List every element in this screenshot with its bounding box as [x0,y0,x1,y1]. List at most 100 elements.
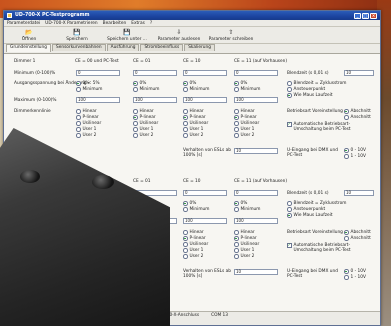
curve-radio-4-3[interactable]: Usilinear [234,121,259,126]
minimum-input-1[interactable]: 0 [76,70,120,76]
curve-radio-4b-4[interactable]: User 1 [234,248,254,253]
curve-radio-3b-5[interactable]: User 2 [183,254,203,259]
open-button[interactable]: 📂 Öffnen [8,29,50,42]
ausgang-0-radio-2[interactable]: 0% [133,81,146,86]
maximum-input-4b[interactable]: 100 [234,218,278,224]
menu-help[interactable]: ? [150,21,152,26]
maximize-button[interactable]: □ [362,12,369,19]
curve-radio-2-3[interactable]: Usilinear [133,121,158,126]
eingang-1-10-radio-b[interactable]: 1 - 10V [344,275,366,280]
curve-radio-3-2[interactable]: P-linear [183,115,206,120]
maximum-input-4[interactable]: 100 [234,97,278,103]
curve-radio-4-2[interactable]: P-linear [234,115,257,120]
verhalten-input[interactable]: 10 [234,148,278,154]
maximum-input-3[interactable]: 100 [183,97,227,103]
curve-radio-3-4[interactable]: User 1 [183,127,203,132]
curve-radio-1-2[interactable]: P-linear [76,115,99,120]
save-button[interactable]: 💾 Speichern [56,29,98,42]
blend-option-2-radio[interactable]: Ansteuerpunkt [287,87,325,92]
curve-radio-3b-2[interactable]: P-linear [183,236,206,241]
auto-switch-checkbox-b[interactable]: ✓ Automatische Betriebsart-Umschaltung be… [287,243,367,253]
maximum-input-2[interactable]: 100 [133,97,177,103]
curve-radio-3b-4[interactable]: User 1 [183,248,203,253]
minimum-input-3[interactable]: 0 [183,70,227,76]
ausgang-min-radio-2[interactable]: Minimum [133,87,159,92]
curve-radio-1-4[interactable]: User 1 [76,127,96,132]
ausgang-0-radio-1[interactable]: 0% [76,81,89,86]
maximum-input-3b[interactable]: 100 [183,218,227,224]
curve-radio-2-4[interactable]: User 1 [133,127,153,132]
curve-radio-2-1[interactable]: Hinear [133,109,154,114]
curve-radio-2-2[interactable]: P-linear [133,115,156,120]
blend-option-3-radio[interactable]: Wie Maus Laufzeit [287,93,333,98]
tab-sensorkurven[interactable]: Sensorkurvenbahnen [51,44,106,51]
close-button[interactable]: × [370,12,377,19]
title-bar[interactable]: UD-700-X PC-Testprogramm _ □ × [4,11,380,20]
curve-radio-4b-5[interactable]: User 2 [234,254,254,259]
blend-option-1-radio-b[interactable]: Blendzeit = Zyklusstrom [287,201,346,206]
app-icon [7,13,12,18]
ausgang-0-radio-4[interactable]: 0% [234,81,247,86]
minimize-button[interactable]: _ [354,12,361,19]
ausgang-0-radio-3[interactable]: 0% [183,81,196,86]
curve-radio-4-5[interactable]: User 2 [234,133,254,138]
minimum-input-3b[interactable]: 0 [183,190,227,196]
anschnitt-radio-b[interactable]: Anschnitt [344,236,371,241]
abschnitt-radio-b[interactable]: Abschnitt [344,230,371,235]
device-foot [92,175,114,189]
eingang-0-10-radio[interactable]: 0 - 10V [344,148,366,153]
save-as-icon: 💾 [123,29,131,36]
com-port-status: COM 13 [211,313,229,318]
ausgang-min-radio-3b[interactable]: Minimum [183,207,209,212]
curve-radio-1-1[interactable]: Hinear [76,109,97,114]
blendzeit-input-b[interactable]: 10 [344,190,374,196]
abschnitt-radio[interactable]: Abschnitt [344,109,371,114]
write-parameters-button[interactable]: ⇧ Parameter schreiben [208,29,254,42]
ausgang-min-radio-4b[interactable]: Minimum [234,207,260,212]
curve-radio-4b-2[interactable]: P-linear [234,236,257,241]
curve-radio-4-1[interactable]: Hinear [234,109,255,114]
ausgang-0-radio-4b[interactable]: 0% [234,201,247,206]
tab-grundeinstellung[interactable]: Grundeinstellung [6,44,51,52]
blendzeit-input[interactable]: 10 [344,70,374,76]
tab-ausfuehrung[interactable]: Ausführung [106,44,140,51]
save-icon: 💾 [73,29,81,36]
blend-option-1-radio[interactable]: Blendzeit = Zyklusstrom [287,81,346,86]
curve-radio-3-5[interactable]: User 2 [183,133,203,138]
curve-radio-3-1[interactable]: Hinear [183,109,204,114]
read-parameters-button[interactable]: ⇩ Parameter auslesen [156,29,202,42]
maximum-input-1[interactable]: 100 [76,97,120,103]
curve-radio-2-5[interactable]: User 2 [133,133,153,138]
minimum-input-2[interactable]: 0 [133,70,177,76]
ausgang-min-radio-4[interactable]: Minimum [234,87,260,92]
curve-radio-1-5[interactable]: User 2 [76,133,96,138]
curve-radio-1-3[interactable]: Usilinear [76,121,101,126]
anschnitt-radio[interactable]: Anschnitt [344,115,371,120]
blend-option-3-radio-b[interactable]: Wie Maus Laufzeit [287,213,333,218]
eingang-1-10-radio[interactable]: 1 - 10V [344,154,366,159]
open-folder-icon: 📂 [25,29,33,36]
ausgang-min-radio-3[interactable]: Minimum [183,87,209,92]
minimum-input-4b[interactable]: 0 [234,190,278,196]
tab-skalierung[interactable]: Skalierung [184,44,215,51]
menu-extras[interactable]: Extras [131,21,145,26]
menu-bearbeiten[interactable]: Bearbeiten [103,21,127,26]
curve-radio-4b-1[interactable]: Hinear [234,230,255,235]
tab-strombeeinfluss[interactable]: Strombeeinfluss [140,44,184,51]
eingang-0-10-radio-b[interactable]: 0 - 10V [344,269,366,274]
curve-radio-4b-3[interactable]: Usilinear [234,242,259,247]
curve-radio-4-4[interactable]: User 1 [234,127,254,132]
save-as-button[interactable]: 💾 Speichern unter ... [104,29,150,42]
menu-parameterdatei[interactable]: Parameterdatei [7,21,40,26]
ausgang-min-radio-1[interactable]: Minimum [76,87,102,92]
ausgang-0-radio-3b[interactable]: 0% [183,201,196,206]
curve-radio-3b-1[interactable]: Hinear [183,230,204,235]
menu-bar: Parameterdatei UD-700-X Parametrieren Be… [4,20,380,27]
minimum-input-4[interactable]: 0 [234,70,278,76]
verhalten-input-b[interactable]: 10 [234,269,278,275]
blend-option-2-radio-b[interactable]: Ansteuerpunkt [287,207,325,212]
auto-switch-checkbox[interactable]: ✓ Automatische Betriebsart-Umschaltung be… [287,122,367,132]
curve-radio-3-3[interactable]: Usilinear [183,121,208,126]
menu-parametrieren[interactable]: UD-700-X Parametrieren [45,21,97,26]
curve-radio-3b-3[interactable]: Usilinear [183,242,208,247]
